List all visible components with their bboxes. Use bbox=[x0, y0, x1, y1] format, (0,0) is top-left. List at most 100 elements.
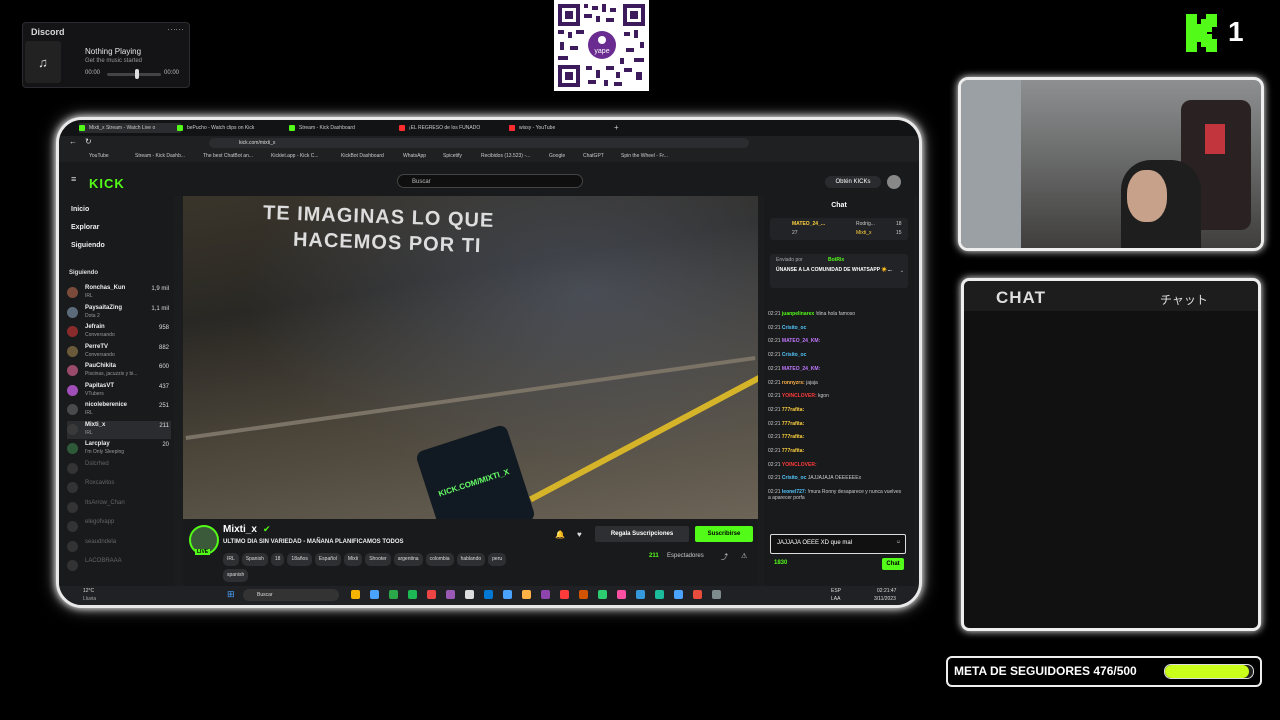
sidebar-channel[interactable]: Mixti_x IRL 211 bbox=[67, 420, 171, 439]
send-chat-button[interactable]: Chat bbox=[882, 558, 904, 570]
chat-message[interactable]: 02:21 Crisito_oc JAJJAJAJA OEEEEEEx bbox=[768, 475, 861, 481]
streamer-name[interactable]: Mixti_x bbox=[223, 524, 257, 535]
chat-message[interactable]: 02:21 777rafita: bbox=[768, 421, 804, 427]
chat-username[interactable]: MATEO_24_KM: bbox=[782, 338, 820, 344]
chat-message[interactable]: 02:21 777rafita: bbox=[768, 434, 804, 440]
sidebar-channel[interactable]: Roxcavitos bbox=[67, 479, 171, 497]
browser-tab[interactable]: Mixti_x Stream - Watch Live o bbox=[79, 123, 181, 133]
get-kicks-button[interactable]: Obtén KICKs bbox=[825, 176, 881, 188]
sidebar-channel[interactable]: PapitasVT VTubers 437 bbox=[67, 382, 171, 400]
obs-icon[interactable] bbox=[427, 590, 436, 599]
search-input[interactable]: Buscar bbox=[397, 174, 583, 188]
chat-message[interactable]: 02:21 ronnyzrs: jajaja bbox=[768, 380, 818, 386]
gift-subscriptions-button[interactable]: Regala Suscripciones bbox=[595, 526, 689, 542]
sidebar-channel[interactable]: LACOBRAAA bbox=[67, 557, 171, 575]
stream-tag[interactable]: IRL bbox=[223, 553, 239, 566]
stream-tag[interactable]: spanish bbox=[223, 569, 249, 582]
sidebar-item-siguiendo[interactable]: Siguiendo bbox=[71, 242, 105, 249]
top-gifter-name[interactable]: MATEO_24_... bbox=[792, 221, 825, 227]
clock-time[interactable]: 02:21:47 bbox=[877, 588, 896, 594]
sidebar-channel[interactable]: Jefrain Conversando 958 bbox=[67, 323, 171, 341]
taskbar-search[interactable]: Buscar bbox=[243, 589, 339, 601]
chat-message[interactable]: 02:21 777rafita: bbox=[768, 448, 804, 454]
chevron-down-icon[interactable]: ⌄ bbox=[900, 268, 904, 274]
bookmark[interactable]: ChatGPT bbox=[583, 153, 604, 159]
chat-username[interactable]: 777rafita: bbox=[782, 448, 804, 454]
bookmark[interactable]: Kicklet.app - Kick C... bbox=[271, 153, 319, 159]
mail-icon[interactable] bbox=[503, 590, 512, 599]
bookmark[interactable]: Spin the Wheel - Fr... bbox=[621, 153, 668, 159]
chat-message[interactable]: 02:21 Crisito_oc bbox=[768, 325, 806, 331]
steam-icon[interactable] bbox=[712, 590, 721, 599]
spotify-icon[interactable] bbox=[408, 590, 417, 599]
sidebar-channel[interactable]: Larcplay I'm Only Sleeping 20 bbox=[67, 440, 171, 458]
discord-icon[interactable] bbox=[693, 590, 702, 599]
chat-input[interactable]: JAJJAJA OEEE XD que mal ☺ bbox=[770, 534, 906, 554]
reload-icon[interactable]: ↻ bbox=[85, 137, 92, 146]
chat-message[interactable]: 02:21 Crisito_oc bbox=[768, 352, 806, 358]
vscode-icon[interactable] bbox=[484, 590, 493, 599]
avatar[interactable] bbox=[887, 175, 901, 189]
progress-knob[interactable] bbox=[135, 69, 139, 79]
sidebar-channel[interactable]: Dslcrhed bbox=[67, 460, 171, 478]
bookmark[interactable]: Recibidos (13.523) -... bbox=[481, 153, 530, 159]
browser-tab[interactable]: Stream - Kick Dashboard bbox=[289, 123, 399, 133]
chat-username[interactable]: juanpelinarex bbox=[782, 311, 814, 317]
chat-message[interactable]: 02:21 leonel727: !mura Ronny desaparece … bbox=[768, 489, 904, 501]
sidebar-channel[interactable]: Ronchas_Kun IRL 1,9 mil bbox=[67, 284, 171, 302]
browser-tab[interactable]: bePucho - Watch clips on Kick bbox=[177, 123, 287, 133]
photos-icon[interactable] bbox=[522, 590, 531, 599]
browser-tab[interactable]: ¡EL REGRESO de los FUNADO bbox=[399, 123, 509, 133]
subscribe-button[interactable]: Suscribirse bbox=[695, 526, 753, 542]
top-gifter-name[interactable]: Rodrig... bbox=[856, 221, 875, 227]
bookmark[interactable]: Spicetify bbox=[443, 153, 462, 159]
sidebar-channel[interactable]: PerreTV Conversando 882 bbox=[67, 343, 171, 361]
file-explorer-icon[interactable] bbox=[351, 590, 360, 599]
sidebar-channel[interactable]: PaysaitaZing Dota 2 1,1 mil bbox=[67, 304, 171, 322]
clock-date[interactable]: 3/11/2023 bbox=[874, 596, 896, 602]
progress-bar[interactable] bbox=[107, 73, 161, 76]
chrome-icon[interactable] bbox=[674, 590, 683, 599]
bookmark[interactable]: WhatsApp bbox=[403, 153, 426, 159]
twitch-icon[interactable] bbox=[446, 590, 455, 599]
heart-icon[interactable]: ♥ bbox=[577, 530, 582, 539]
chat-username[interactable]: 777rafita: bbox=[782, 407, 804, 413]
keyboard-language[interactable]: ESP bbox=[831, 588, 841, 594]
chat-message[interactable]: 02:21 juanpelinarex !dina hola famoso bbox=[768, 311, 855, 317]
chat-username[interactable]: 777rafita: bbox=[782, 434, 804, 440]
pinned-bot-name[interactable]: BotRix bbox=[828, 257, 844, 263]
bookmark[interactable]: Google bbox=[549, 153, 565, 159]
chat-message[interactable]: 02:21 777rafita: bbox=[768, 407, 804, 413]
app-icon[interactable] bbox=[636, 590, 645, 599]
sidebar-channel[interactable]: elegofvapp bbox=[67, 518, 171, 536]
stream-tag[interactable]: 18 bbox=[270, 553, 285, 566]
chat-message[interactable]: 02:21 YOINCLOVER: kgon bbox=[768, 393, 829, 399]
bell-icon[interactable]: 🔔 bbox=[555, 530, 565, 539]
bookmark[interactable]: YouTube bbox=[89, 153, 109, 159]
stream-tag[interactable]: Spanish bbox=[241, 553, 268, 566]
illustrator-icon[interactable] bbox=[560, 590, 569, 599]
url-field[interactable]: kick.com/mixti_x bbox=[209, 138, 749, 148]
sidebar-channel[interactable]: nicoleberenice IRL 251 bbox=[67, 401, 171, 419]
chat-username[interactable]: YOINCLOVER: bbox=[782, 393, 817, 399]
sidebar-item-inicio[interactable]: Inicio bbox=[71, 206, 89, 213]
store-icon[interactable] bbox=[389, 590, 398, 599]
video-player[interactable]: TE IMAGINAS LO QUE HACEMOS POR TI KICK.C… bbox=[183, 196, 758, 519]
stream-tag[interactable]: Mixti bbox=[343, 553, 363, 566]
chat-message[interactable]: 02:21 MATEO_24_KM: bbox=[768, 366, 820, 372]
app-icon[interactable] bbox=[598, 590, 607, 599]
chat-username[interactable]: ronnyzrs: bbox=[782, 380, 805, 386]
keyboard-language-sub[interactable]: LAA bbox=[831, 596, 840, 602]
more-icon[interactable]: ⋯⋯ bbox=[167, 24, 184, 35]
emoji-icon[interactable]: ☺ bbox=[896, 539, 901, 545]
stream-tag[interactable]: argentina bbox=[393, 553, 423, 566]
sidebar-channel[interactable]: seaudndela bbox=[67, 538, 171, 556]
stream-tag[interactable]: Shooter bbox=[365, 553, 391, 566]
app-icon[interactable] bbox=[617, 590, 626, 599]
report-icon[interactable]: ⚠ bbox=[741, 552, 747, 560]
notepad-icon[interactable] bbox=[465, 590, 474, 599]
stream-tag[interactable]: colombia bbox=[425, 553, 454, 566]
top-gifter-name[interactable]: Mixti_x bbox=[856, 230, 872, 236]
stream-tag[interactable]: peru bbox=[488, 553, 507, 566]
bookmark[interactable]: The best ChatBot an... bbox=[203, 153, 253, 159]
